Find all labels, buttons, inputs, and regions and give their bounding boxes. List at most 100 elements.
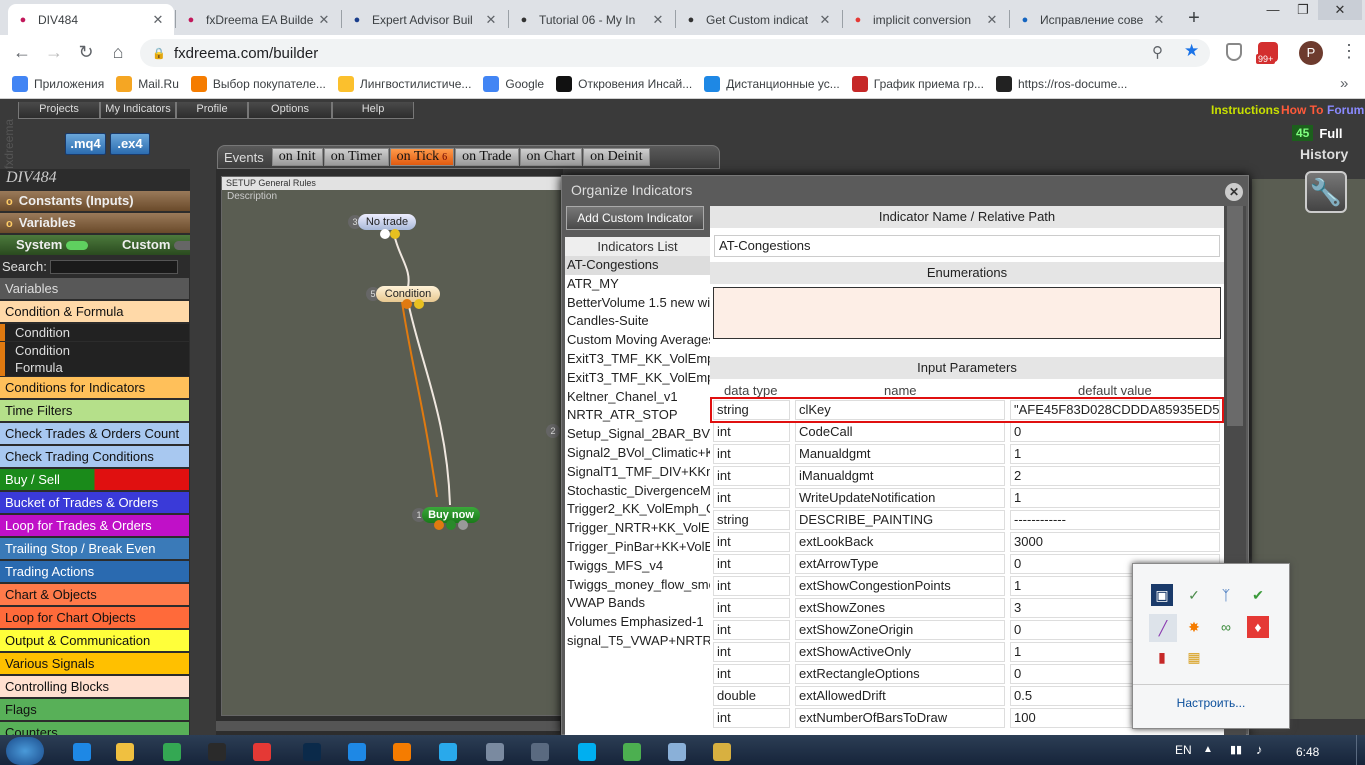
monitor-icon[interactable]: ▣ <box>1151 584 1173 606</box>
folder-tray-icon[interactable]: ▦ <box>1183 646 1205 668</box>
close-window-button[interactable]: ✕ <box>1318 0 1362 20</box>
more-bookmarks-icon[interactable]: » <box>1340 75 1348 92</box>
category-item[interactable]: Condition & Formula <box>0 301 189 323</box>
param-default-field[interactable]: 1 <box>1010 488 1220 508</box>
category-item[interactable]: Trading Actions <box>0 561 189 583</box>
howto-link[interactable]: How To <box>1281 103 1323 117</box>
safe-remove-icon[interactable]: ✔ <box>1247 584 1269 606</box>
customize-link[interactable]: Настроить... <box>1133 684 1289 728</box>
menu-options[interactable]: Options <box>248 102 332 119</box>
profile-avatar[interactable]: P <box>1299 41 1323 65</box>
indicator-list-item[interactable]: AT-Congestions <box>565 256 710 275</box>
sidebar-scrollbar[interactable] <box>190 169 216 735</box>
indicator-list-item[interactable]: signal_T5_VWAP+NRTR- <box>565 632 710 651</box>
event-tab[interactable]: on Chart <box>519 148 583 166</box>
indicator-list-item[interactable]: Signal2_BVol_Climatic+K <box>565 444 710 463</box>
browser-tab[interactable]: ● Исправление сове ✕ <box>1010 4 1175 35</box>
subcategory-item[interactable]: Condition <box>0 341 189 359</box>
category-item[interactable]: Flags <box>0 699 189 721</box>
param-type-field[interactable]: int <box>713 642 790 662</box>
volume-icon[interactable]: ♪ <box>1256 742 1263 757</box>
network-check-icon[interactable]: ✓ <box>1183 584 1205 606</box>
language-indicator[interactable]: EN <box>1175 743 1192 757</box>
param-default-field[interactable]: 3000 <box>1010 532 1220 552</box>
category-item[interactable]: Variables <box>0 278 189 300</box>
param-name-field[interactable]: extShowZoneOrigin <box>795 620 1005 640</box>
bookmark-item[interactable]: Mail.Ru <box>116 75 179 92</box>
show-desktop-button[interactable] <box>1356 735 1365 765</box>
node-output-dot[interactable] <box>434 520 444 530</box>
close-tab-icon[interactable]: ✕ <box>984 12 1000 28</box>
subcategory-item[interactable]: Formula <box>0 359 189 376</box>
category-item[interactable]: Controlling Blocks <box>0 676 189 698</box>
close-tab-icon[interactable]: ✕ <box>650 12 666 28</box>
bluetooth-icon[interactable]: ᛉ <box>1215 584 1237 606</box>
category-item[interactable]: Bucket of Trades & Orders <box>0 492 189 514</box>
search-input[interactable] <box>50 260 178 274</box>
full-label[interactable]: Full <box>1319 126 1342 141</box>
browser-tab[interactable]: ● Tutorial 06 - My In ✕ <box>509 4 674 35</box>
param-name-field[interactable]: extNumberOfBarsToDraw <box>795 708 1005 728</box>
constants-pill[interactable]: o Constants (Inputs) <box>0 191 214 211</box>
add-custom-indicator-button[interactable]: Add Custom Indicator <box>566 206 704 230</box>
indicator-list-item[interactable]: Keltner_Chanel_v1 <box>565 388 710 407</box>
indicator-list-item[interactable]: ExitT3_TMF_KK_VolEmp <box>565 350 710 369</box>
bookmark-item[interactable]: График приема гр... <box>851 75 984 92</box>
close-tab-icon[interactable]: ✕ <box>1151 12 1167 28</box>
pen-icon[interactable]: ╱ <box>1149 614 1177 642</box>
indicator-list-item[interactable]: Trigger_NRTR+KK_VolEn <box>565 519 710 538</box>
bookmark-item[interactable]: Выбор покупателе... <box>190 75 326 92</box>
param-default-field[interactable]: ------------ <box>1010 510 1220 530</box>
fxdreema-taskbar-icon[interactable] <box>62 738 102 764</box>
tray-expand-icon[interactable]: ▲ <box>1203 744 1213 755</box>
param-type-field[interactable]: int <box>713 708 790 728</box>
browser-tab[interactable]: ● Get Custom indicat ✕ <box>676 4 841 35</box>
category-item[interactable]: Counters <box>0 722 189 735</box>
param-type-field[interactable]: int <box>713 620 790 640</box>
notepad-icon[interactable] <box>657 738 697 764</box>
browser-tab[interactable]: ● fxDreema EA Builde ✕ <box>176 4 340 35</box>
subcategory-item[interactable]: Condition <box>0 324 189 341</box>
category-item[interactable]: Check Trading Conditions <box>0 446 189 468</box>
param-type-field[interactable]: int <box>713 444 790 464</box>
param-type-field[interactable]: int <box>713 532 790 552</box>
indicator-path-input[interactable]: AT-Congestions <box>714 235 1220 257</box>
menu-kebab-icon[interactable]: ⋮ <box>1340 41 1358 62</box>
wrench-icon[interactable]: 🔧 <box>1305 171 1347 213</box>
param-name-field[interactable]: WriteUpdateNotification <box>795 488 1005 508</box>
utorrent-icon[interactable] <box>612 738 652 764</box>
param-name-field[interactable]: extArrowType <box>795 554 1005 574</box>
param-type-field[interactable]: int <box>713 598 790 618</box>
calculator-icon[interactable] <box>520 738 560 764</box>
category-item[interactable]: Various Signals <box>0 653 189 675</box>
sonic-icon[interactable] <box>197 738 237 764</box>
category-item[interactable]: Loop for Trades & Orders <box>0 515 189 537</box>
menu-help[interactable]: Help <box>332 102 414 119</box>
param-type-field[interactable]: int <box>713 466 790 486</box>
close-tab-icon[interactable]: ✕ <box>817 12 833 28</box>
instructions-link[interactable]: Instructions <box>1211 103 1280 117</box>
enumerations-textarea[interactable] <box>713 287 1221 339</box>
bookmark-item[interactable]: Откровения Инсай... <box>556 75 692 92</box>
param-name-field[interactable]: Manualdgmt <box>795 444 1005 464</box>
category-item[interactable]: Output & Communication <box>0 630 189 652</box>
browser-tab[interactable]: ● Expert Advisor Buil ✕ <box>342 4 507 35</box>
indicator-list-item[interactable]: Volumes Emphasized-1 <box>565 613 710 632</box>
node-output-dot[interactable] <box>446 520 456 530</box>
indicator-list-item[interactable]: Stochastic_DivergenceM <box>565 482 710 501</box>
bookmark-item[interactable]: https://ros-docume... <box>995 75 1127 92</box>
param-name-field[interactable]: CodeCall <box>795 422 1005 442</box>
indicator-list-item[interactable]: Trigger_PinBar+KK+VolE <box>565 538 710 557</box>
shield-extension-icon[interactable] <box>1226 43 1242 61</box>
scrollbar-thumb[interactable] <box>1227 206 1243 426</box>
address-bar[interactable]: 🔒 fxdreema.com/builder ⚲ ★ <box>140 39 1210 67</box>
explorer-icon[interactable] <box>105 738 145 764</box>
minimize-button[interactable]: — <box>1258 0 1288 20</box>
signal-icon[interactable]: ▮▮ <box>1230 743 1242 756</box>
category-item[interactable]: Loop for Chart Objects <box>0 607 189 629</box>
bookmark-item[interactable]: Google <box>483 75 544 92</box>
bookmark-item[interactable]: Дистанционные ус... <box>704 75 840 92</box>
indicator-list-item[interactable]: Twiggs_MFS_v4 <box>565 557 710 576</box>
indicator-list-item[interactable]: BetterVolume 1.5 new wit <box>565 294 710 313</box>
param-name-field[interactable]: extShowCongestionPoints <box>795 576 1005 596</box>
